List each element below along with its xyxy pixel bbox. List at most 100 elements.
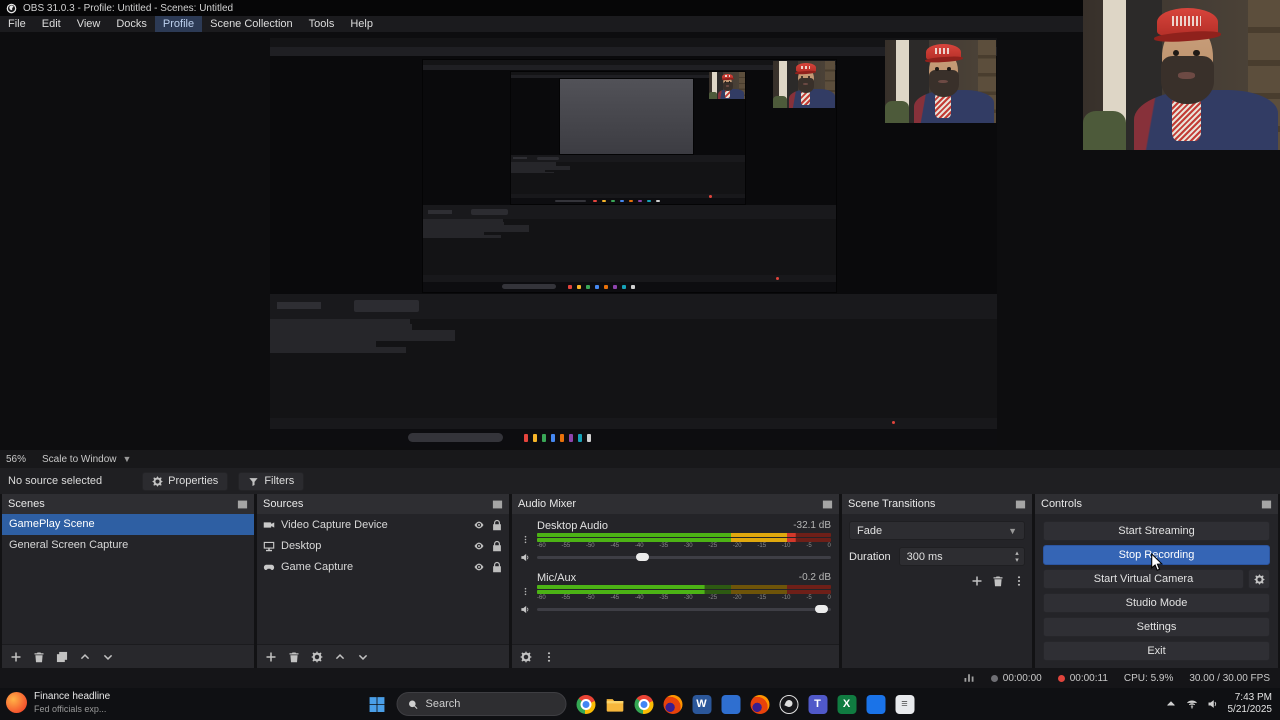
dock-options-icon[interactable] [237, 499, 248, 510]
source-item-video-capture-device[interactable]: Video Capture Device [257, 514, 509, 535]
move-scene-up-icon[interactable] [79, 651, 91, 663]
transition-menu-icon[interactable] [1013, 575, 1025, 587]
audio-mixer-header[interactable]: Audio Mixer [512, 494, 839, 514]
duration-spinner[interactable]: 300 ms ▴ ▾ [898, 547, 1025, 566]
tray-volume-icon[interactable] [1207, 698, 1219, 710]
exit-button[interactable]: Exit [1043, 641, 1270, 661]
excel-icon[interactable]: X [835, 691, 859, 717]
volume-slider[interactable] [537, 603, 831, 615]
visibility-toggle-icon[interactable] [473, 519, 485, 531]
add-source-icon[interactable] [265, 651, 277, 663]
chrome-profile-icon[interactable] [632, 691, 656, 717]
menu-tools[interactable]: Tools [301, 16, 343, 32]
sources-panel-header[interactable]: Sources [257, 494, 509, 514]
volume-slider-handle[interactable] [815, 605, 829, 613]
source-properties-icon[interactable] [311, 650, 323, 663]
spinner-arrows-icon[interactable]: ▴ ▾ [1010, 550, 1024, 564]
lock-toggle-icon[interactable] [491, 561, 503, 573]
add-scene-icon[interactable] [10, 651, 22, 663]
obs-icon[interactable] [777, 691, 801, 717]
chrome-icon[interactable] [574, 691, 598, 717]
scenes-panel-title: Scenes [8, 498, 45, 510]
word-icon[interactable]: W [690, 691, 714, 717]
visibility-toggle-icon[interactable] [473, 540, 485, 552]
mini-docks [270, 318, 997, 418]
zoom-value[interactable]: 56% [6, 454, 26, 465]
scale-mode-dropdown[interactable]: Scale to Window ▼ [42, 454, 131, 465]
lock-toggle-icon[interactable] [491, 540, 503, 552]
transition-select[interactable]: Fade ▼ [849, 521, 1025, 540]
duplicate-scene-icon[interactable] [56, 651, 68, 663]
dock-options-icon[interactable] [1015, 499, 1026, 510]
menu-file[interactable]: File [0, 16, 34, 32]
captured-desktop-source[interactable] [270, 38, 997, 447]
teams-icon[interactable]: T [806, 691, 830, 717]
file-explorer-icon[interactable] [603, 691, 627, 717]
menu-view[interactable]: View [69, 16, 109, 32]
menu-profile[interactable]: Profile [154, 16, 203, 32]
move-source-up-icon[interactable] [334, 651, 346, 663]
speaker-icon[interactable] [520, 604, 531, 615]
mini-controls-panel [423, 235, 501, 239]
recording-status-dot [1057, 674, 1065, 682]
source-item-desktop[interactable]: Desktop [257, 535, 509, 556]
start-button[interactable] [364, 691, 390, 717]
mini-docks [423, 219, 837, 276]
start-virtual-camera-button[interactable]: Start Virtual Camera [1043, 569, 1244, 589]
mini-webcam-overlay [772, 60, 836, 108]
stats-bars-icon[interactable] [963, 672, 975, 684]
tray-chevron-icon[interactable] [1165, 698, 1177, 710]
move-source-down-icon[interactable] [357, 651, 369, 663]
dock-options-icon[interactable] [492, 499, 503, 510]
lock-toggle-icon[interactable] [491, 519, 503, 531]
app-blue-icon[interactable] [719, 691, 743, 717]
mixer-options-icon[interactable] [521, 534, 530, 545]
scenes-panel-header[interactable]: Scenes [2, 494, 254, 514]
studio-mode-button[interactable]: Studio Mode [1043, 593, 1270, 613]
remove-transition-icon[interactable] [992, 575, 1004, 587]
audio-mixer-panel: Audio Mixer Desktop Audio -32.1 dB -60 -55-… [512, 494, 839, 668]
firefox-icon[interactable] [661, 691, 685, 717]
scene-transitions-header[interactable]: Scene Transitions [842, 494, 1032, 514]
move-scene-down-icon[interactable] [102, 651, 114, 663]
mixer-options-icon[interactable] [521, 586, 530, 597]
taskbar-clock[interactable]: 7:43 PM 5/21/2025 [1228, 692, 1273, 717]
scene-item-general-screen-capture[interactable]: General Screen Capture [2, 535, 254, 556]
remove-source-icon[interactable] [288, 651, 300, 663]
source-item-game-capture[interactable]: Game Capture [257, 556, 509, 577]
start-streaming-button[interactable]: Start Streaming [1043, 521, 1270, 541]
menu-edit[interactable]: Edit [34, 16, 69, 32]
stop-recording-button[interactable]: Stop Recording [1043, 545, 1270, 565]
volume-slider[interactable] [537, 551, 831, 563]
scenes-toolbar [2, 644, 254, 668]
menu-help[interactable]: Help [342, 16, 381, 32]
dock-options-icon[interactable] [822, 499, 833, 510]
meter-scale: -60 -55 -50 -45 -40 -35 -30 -25 -20 -15 -10 -5 0 [537, 543, 831, 549]
menu-scene-collection[interactable]: Scene Collection [202, 16, 301, 32]
firefox-icon-2[interactable] [748, 691, 772, 717]
mixer-menu-icon[interactable] [543, 651, 555, 663]
advanced-audio-icon[interactable] [520, 650, 532, 663]
controls-header[interactable]: Controls [1035, 494, 1278, 514]
menu-docks[interactable]: Docks [108, 16, 155, 32]
obs-logo-icon [6, 3, 17, 14]
tray-network-icon[interactable] [1186, 698, 1198, 710]
speaker-icon[interactable] [520, 552, 531, 563]
audio-mixer-title: Audio Mixer [518, 498, 577, 510]
add-transition-icon[interactable] [971, 575, 983, 587]
visibility-toggle-icon[interactable] [473, 561, 485, 573]
settings-button[interactable]: Settings [1043, 617, 1270, 637]
search-input[interactable]: Search [396, 692, 567, 716]
dock-options-icon[interactable] [1261, 499, 1272, 510]
remove-scene-icon[interactable] [33, 651, 45, 663]
filters-button[interactable]: Filters [238, 471, 305, 491]
news-widget[interactable]: Finance headline Fed officials exp... [6, 691, 110, 714]
grid-app-icon[interactable] [864, 691, 888, 717]
volume-slider-handle[interactable] [635, 553, 649, 561]
virtual-camera-config-button[interactable] [1248, 569, 1270, 589]
notepad-icon[interactable]: ≡ [893, 691, 917, 717]
mini-webcam-overlay [708, 72, 745, 100]
properties-button[interactable]: Properties [142, 471, 229, 491]
filter-icon [248, 476, 259, 487]
scene-item-gameplay-scene[interactable]: GamePlay Scene [2, 514, 254, 535]
